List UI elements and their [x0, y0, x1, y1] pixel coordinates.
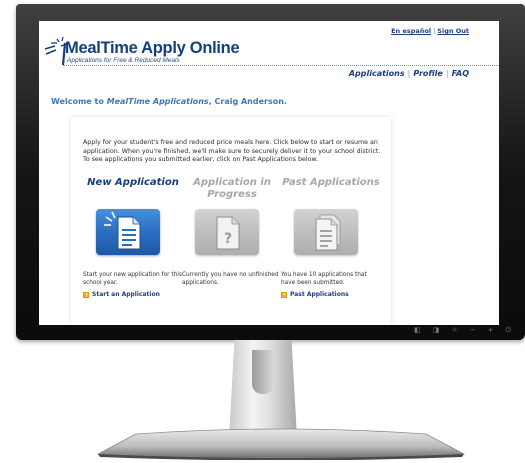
- monitor-controls: ◧ ◨ ☼ − + ⏻: [414, 324, 511, 336]
- spanish-link[interactable]: En español: [391, 27, 431, 35]
- new-application-card[interactable]: New Application Start your new applicati…: [83, 177, 183, 298]
- past-applications-link[interactable]: Past Applications: [281, 291, 349, 298]
- screen: MealTime Apply Online Applications for F…: [39, 21, 499, 325]
- stacked-documents-icon: [315, 214, 341, 251]
- utility-links: En español | Sign Out: [391, 27, 469, 35]
- applications-panel: Apply for your student's free and reduce…: [71, 117, 391, 325]
- nav-profile[interactable]: Profile: [413, 69, 443, 78]
- intro-text: Apply for your student's free and reduce…: [83, 139, 381, 164]
- welcome-heading: Welcome to MealTime Applications, Craig …: [51, 97, 287, 106]
- welcome-app-name: MealTime Applications: [106, 97, 209, 106]
- plus-icon[interactable]: +: [488, 324, 494, 336]
- nav-separator: |: [407, 69, 411, 78]
- application-in-progress-tile: ?: [195, 209, 259, 255]
- past-applications-card[interactable]: Past Applications You have 10 applicatio…: [281, 177, 381, 298]
- brightness-icon[interactable]: ☼: [451, 324, 457, 336]
- application-in-progress-card: Application in Progress ? Currently you …: [182, 177, 282, 286]
- nav-applications[interactable]: Applications: [349, 69, 405, 78]
- new-application-tile[interactable]: [96, 209, 160, 255]
- start-application-link[interactable]: Start an Application: [83, 291, 160, 298]
- past-applications-title[interactable]: Past Applications: [281, 177, 381, 201]
- nav-separator: |: [445, 69, 449, 78]
- svg-text:?: ?: [224, 231, 232, 247]
- arrow-right-icon: [281, 291, 287, 298]
- monitor-stand-base: [96, 428, 466, 460]
- input-icon[interactable]: ◧: [414, 324, 421, 336]
- new-application-title[interactable]: New Application: [83, 177, 183, 201]
- power-icon[interactable]: ⏻: [505, 324, 511, 336]
- past-applications-label[interactable]: Past Applications: [290, 291, 349, 298]
- site-header: MealTime Apply Online Applications for F…: [39, 21, 499, 97]
- monitor-stand-slot: [252, 350, 274, 394]
- application-in-progress-title: Application in Progress: [193, 177, 271, 200]
- menu-icon[interactable]: ◨: [433, 324, 440, 336]
- sign-out-link[interactable]: Sign Out: [437, 27, 469, 35]
- new-document-icon: [104, 211, 141, 250]
- header-divider: [63, 65, 499, 66]
- link-separator: |: [433, 27, 436, 35]
- new-application-description: Start your new application for this scho…: [83, 272, 182, 286]
- logo-subtitle: Applications for Free & Reduced Meals: [67, 57, 180, 64]
- welcome-prefix: Welcome to: [51, 97, 107, 106]
- past-applications-description: You have 10 applications that have been …: [281, 272, 367, 286]
- logo-title[interactable]: MealTime Apply Online: [65, 39, 240, 58]
- main-nav: Applications | Profile | FAQ: [349, 69, 469, 78]
- start-application-label[interactable]: Start an Application: [92, 291, 160, 298]
- arrow-right-icon: [83, 291, 89, 298]
- nav-faq[interactable]: FAQ: [452, 69, 469, 78]
- past-applications-tile[interactable]: [294, 209, 358, 255]
- welcome-suffix: , Craig Anderson.: [208, 97, 287, 106]
- question-document-icon: ?: [216, 216, 240, 250]
- application-in-progress-description: Currently you have no unfinished applica…: [182, 272, 279, 286]
- minus-icon[interactable]: −: [470, 324, 476, 336]
